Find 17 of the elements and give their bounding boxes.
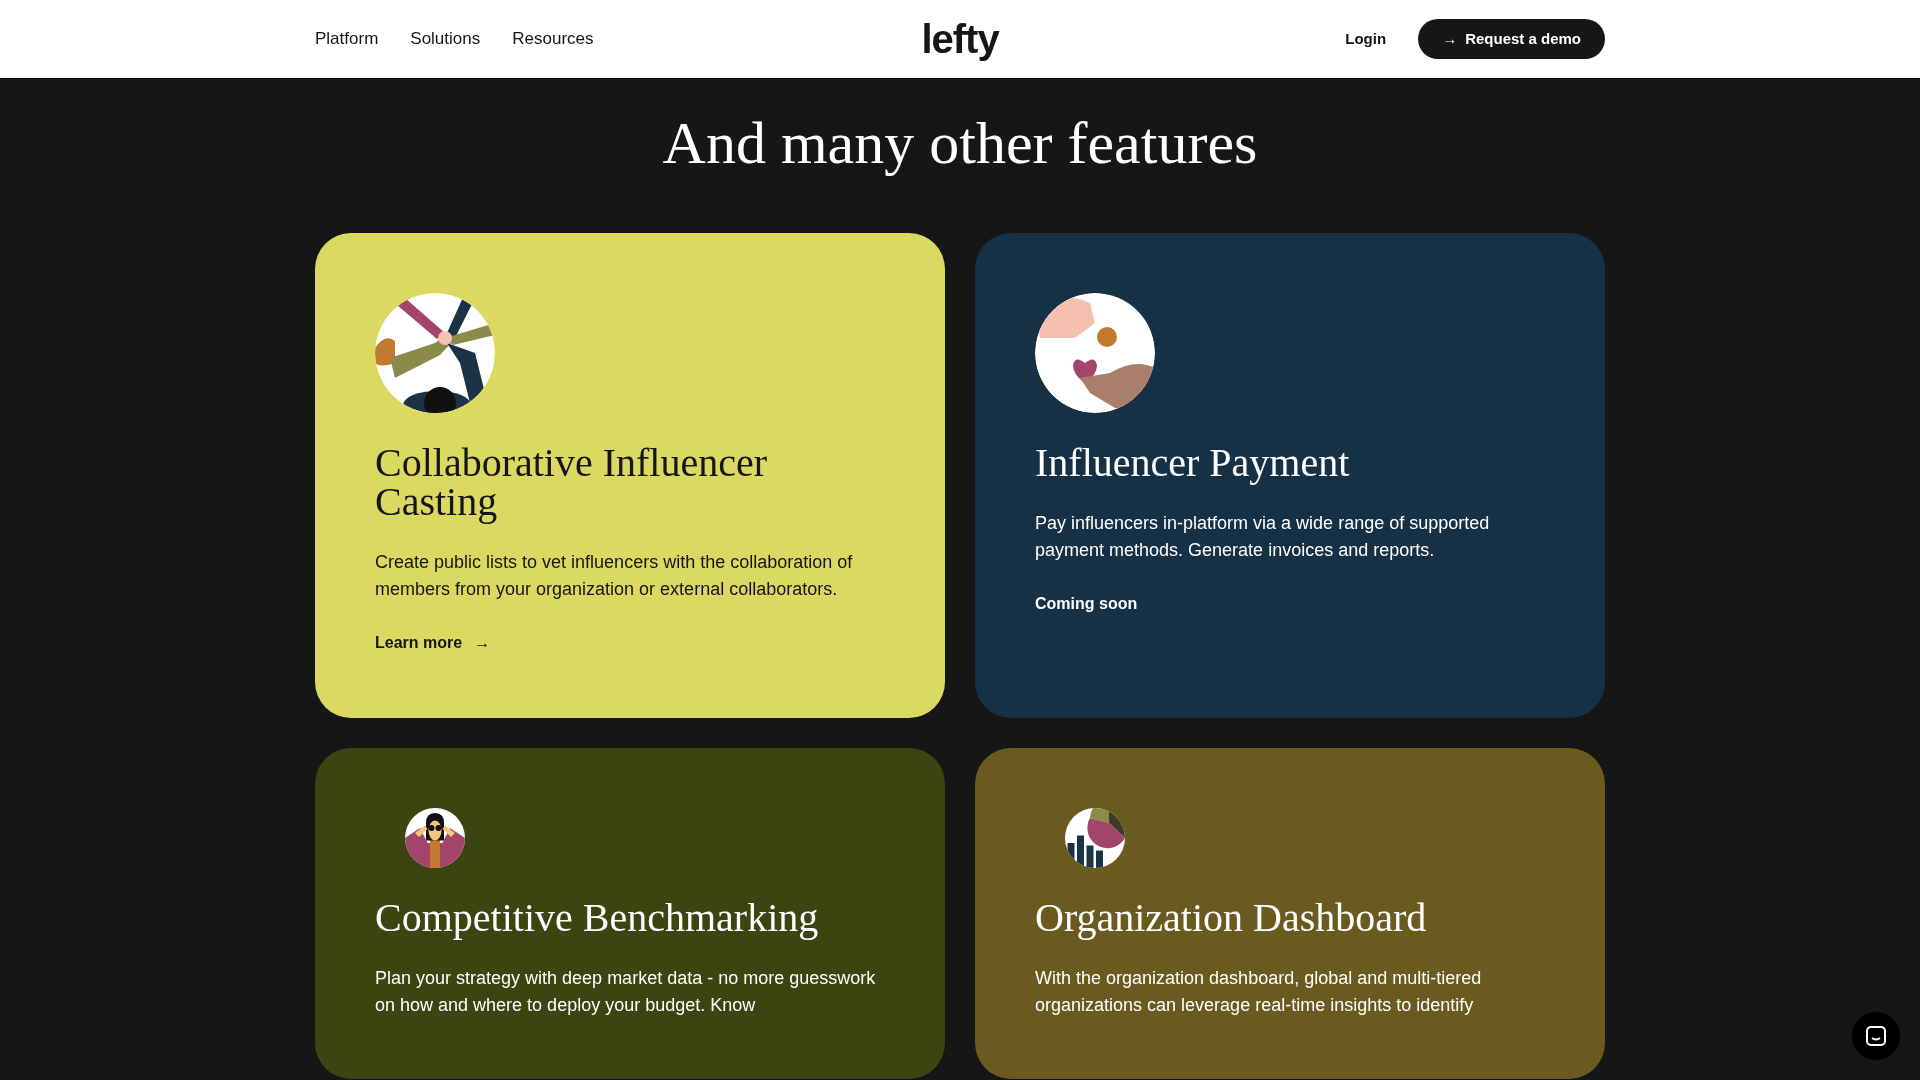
arrow-icon: → xyxy=(1442,27,1458,51)
chat-icon xyxy=(1865,1025,1887,1047)
login-link[interactable]: Login xyxy=(1345,27,1387,51)
request-demo-button[interactable]: → Request a demo xyxy=(1418,19,1605,59)
logo[interactable]: lefty xyxy=(921,19,999,59)
arrow-icon: → xyxy=(474,631,491,655)
section-heading: And many other features xyxy=(661,109,1259,178)
card-description: Pay influencers in-platform via a wide range of supported payment methods. Generate invoices and reports. xyxy=(1035,512,1491,562)
card-description: With the organization dashboard, global and multi-tiered organizations can leverage real-time insights to identify xyxy=(1035,967,1483,1017)
learn-more-link[interactable]: Learn more → xyxy=(375,631,491,655)
nav-link[interactable]: Solutions xyxy=(410,26,481,52)
card-description: Plan your strategy with deep market data - no more guesswork on how and where to deploy your budget. Know xyxy=(375,967,877,1017)
coming-soon-label: Coming soon xyxy=(1035,594,1138,614)
nav-link[interactable]: Platform xyxy=(315,26,379,52)
chat-button[interactable] xyxy=(1852,1012,1900,1060)
nav-link[interactable]: Resources xyxy=(512,26,594,52)
card-description: Create public lists to vet influencers with the collaboration of members from your organization or external collaborators. xyxy=(375,551,854,601)
